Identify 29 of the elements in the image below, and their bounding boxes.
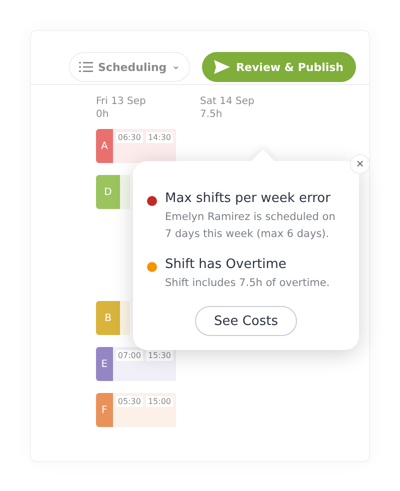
list-icon — [79, 61, 93, 73]
see-costs-button[interactable]: See Costs — [194, 306, 298, 336]
start-time: 05:30 — [116, 396, 143, 407]
day-label: Fri 13 Sep — [96, 95, 147, 108]
end-time: 15:00 — [146, 396, 173, 407]
caret-icon: ⌄ — [172, 63, 180, 71]
menu-label: Scheduling — [98, 60, 167, 74]
send-icon — [214, 60, 230, 74]
shift-block[interactable]: B — [96, 301, 130, 335]
shift-initial: B — [96, 301, 120, 335]
issue-detail: Emelyn Ramirez is scheduled on 7 days this week (max 6 days). — [165, 210, 336, 242]
issue-detail: Shift includes 7.5h of overtime. — [165, 276, 330, 291]
start-time: 07:00 — [116, 350, 143, 361]
shift-initial: F — [96, 393, 113, 427]
scheduling-menu[interactable]: Scheduling ⌄ — [69, 52, 190, 82]
shift-initial: D — [96, 175, 120, 209]
end-time: 14:30 — [146, 132, 173, 143]
day-hours: 7.5h — [200, 108, 224, 121]
issue-title: Shift has Overtime — [165, 257, 288, 272]
issue-title: Max shifts per week error — [165, 191, 332, 206]
publish-button[interactable]: Review & Publish — [202, 52, 356, 82]
shift-block[interactable]: D — [96, 175, 130, 209]
close-button[interactable]: × — [350, 154, 370, 174]
day-label: Sat 14 Sep — [200, 95, 256, 108]
day-hours: 0h — [96, 108, 110, 121]
end-time: 15:30 — [146, 350, 173, 361]
start-time: 06:30 — [116, 132, 143, 143]
shift-initial: A — [96, 129, 113, 163]
shift-initial: E — [96, 347, 113, 381]
